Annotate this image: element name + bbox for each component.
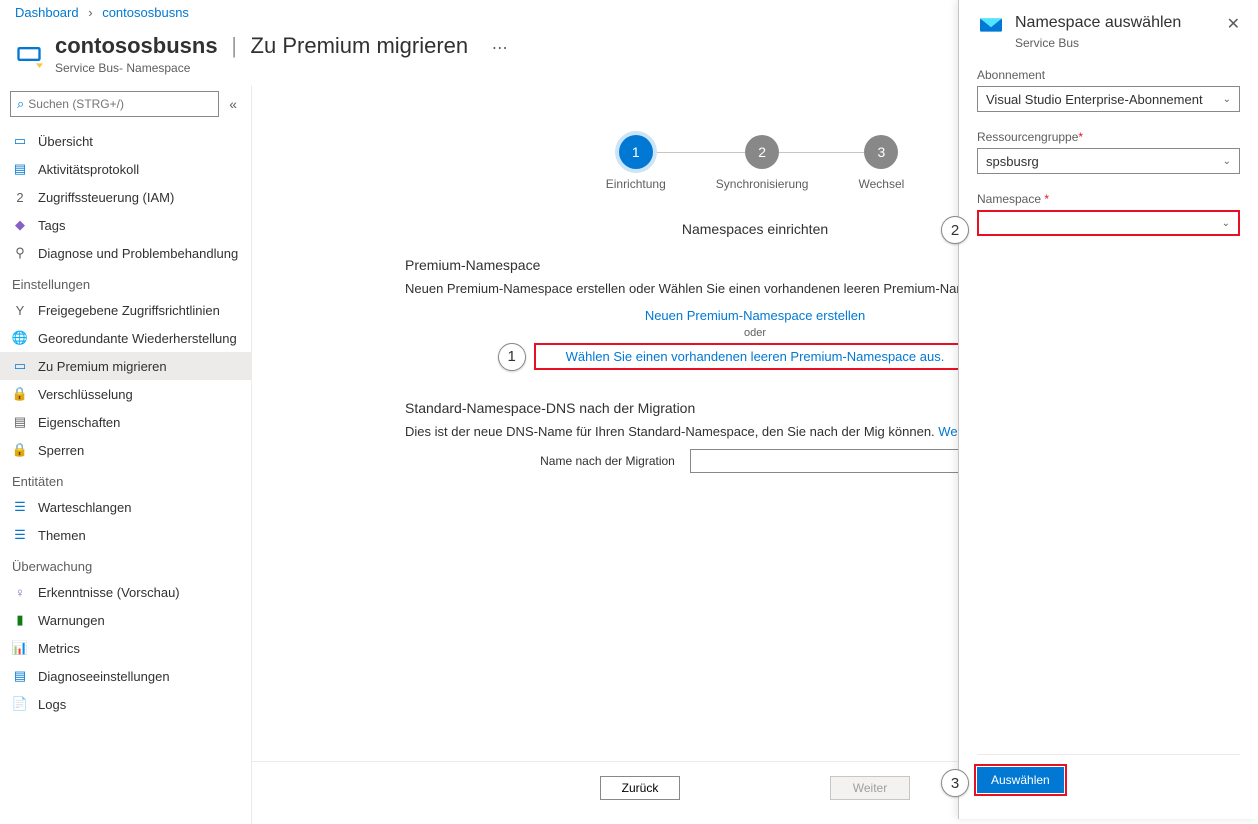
sidebar-item-shared-access[interactable]: YFreigegebene Zugriffsrichtlinien: [0, 296, 251, 324]
sidebar-item-logs[interactable]: 📄Logs: [0, 690, 251, 718]
sidebar-item-locks[interactable]: 🔒Sperren: [0, 436, 251, 464]
select-namespace-panel: Namespace auswählen ✕ Service Bus Abonne…: [958, 0, 1258, 819]
migrate-icon: ▭: [12, 358, 28, 374]
service-bus-icon: [15, 40, 43, 68]
step-setup[interactable]: 1 Einrichtung: [606, 135, 666, 191]
sidebar-item-queues[interactable]: ☰Warteschlangen: [0, 493, 251, 521]
callout-1: 1: [498, 343, 526, 371]
breadcrumb-root[interactable]: Dashboard: [15, 5, 79, 20]
collapse-sidebar-icon[interactable]: «: [225, 92, 241, 116]
resource-name: contososbusns: [55, 33, 218, 58]
sidebar-item-insights[interactable]: ♀Erkenntnisse (Vorschau): [0, 578, 251, 606]
log-icon: ▤: [12, 161, 28, 177]
sidebar-item-encryption[interactable]: 🔒Verschlüsselung: [0, 380, 251, 408]
key-icon: Y: [12, 302, 28, 318]
diagnose-icon: ⚲: [12, 245, 28, 261]
panel-title: Namespace auswählen: [1015, 14, 1217, 32]
step-sync: 2 Synchronisierung: [716, 135, 809, 191]
sidebar-item-metrics[interactable]: 📊Metrics: [0, 634, 251, 662]
globe-icon: 🌐: [12, 330, 28, 346]
overview-icon: ▭: [12, 133, 28, 149]
sidebar-item-diagnostic-settings[interactable]: ▤Diagnoseeinstellungen: [0, 662, 251, 690]
alert-icon: ▮: [12, 612, 28, 628]
sidebar-item-iam[interactable]: 2Zugriffssteuerung (IAM): [0, 183, 251, 211]
service-bus-icon: [977, 14, 1005, 36]
lock-icon: 🔒: [12, 386, 28, 402]
create-premium-link[interactable]: Neuen Premium-Namespace erstellen: [645, 308, 865, 323]
sidebar-item-activity-log[interactable]: ▤Aktivitätsprotokoll: [0, 155, 251, 183]
section-entities: Entitäten: [0, 464, 251, 493]
resource-type: Service Bus- Namespace: [55, 61, 508, 75]
search-icon: ⌕: [17, 96, 24, 112]
section-settings: Einstellungen: [0, 267, 251, 296]
close-icon[interactable]: ✕: [1227, 14, 1240, 34]
subscription-select[interactable]: Visual Studio Enterprise-Abonnement ⌄: [977, 86, 1240, 112]
metrics-icon: 📊: [12, 640, 28, 656]
namespace-select[interactable]: ⌄: [977, 210, 1240, 236]
page-title: Zu Premium migrieren: [251, 33, 469, 58]
callout-3: 3: [941, 769, 969, 797]
insights-icon: ♀: [12, 584, 28, 600]
chevron-right-icon: ›: [88, 5, 92, 20]
sidebar: ⌕ « ▭Übersicht ▤Aktivitätsprotokoll 2Zug…: [0, 85, 252, 824]
step-switch: 3 Wechsel: [858, 135, 904, 191]
back-button[interactable]: Zurück: [600, 776, 680, 800]
dns-input-label: Name nach der Migration: [540, 454, 675, 468]
topic-icon: ☰: [12, 527, 28, 543]
resource-group-label: Ressourcengruppe*: [977, 130, 1240, 144]
section-monitoring: Überwachung: [0, 549, 251, 578]
diag-settings-icon: ▤: [12, 668, 28, 684]
chevron-down-icon: ⌄: [1223, 156, 1231, 167]
sidebar-item-topics[interactable]: ☰Themen: [0, 521, 251, 549]
resource-group-select[interactable]: spsbusrg ⌄: [977, 148, 1240, 174]
breadcrumb-current[interactable]: contososbusns: [102, 5, 189, 20]
panel-subtitle: Service Bus: [1015, 36, 1240, 50]
select-existing-link[interactable]: Wählen Sie einen vorhandenen leeren Prem…: [566, 349, 945, 364]
queue-icon: ☰: [12, 499, 28, 515]
chevron-down-icon: ⌄: [1222, 218, 1230, 229]
tag-icon: ◆: [12, 217, 28, 233]
iam-icon: 2: [12, 189, 28, 205]
dns-name-input[interactable]: [690, 449, 970, 473]
lock-icon: 🔒: [12, 442, 28, 458]
callout-2: 2: [941, 216, 969, 244]
sidebar-item-properties[interactable]: ▤Eigenschaften: [0, 408, 251, 436]
subscription-label: Abonnement: [977, 68, 1240, 82]
sidebar-item-tags[interactable]: ◆Tags: [0, 211, 251, 239]
sidebar-item-overview[interactable]: ▭Übersicht: [0, 127, 251, 155]
namespace-label: Namespace *: [977, 192, 1240, 206]
sidebar-item-migrate-premium[interactable]: ▭Zu Premium migrieren: [0, 352, 251, 380]
sidebar-item-alerts[interactable]: ▮Warnungen: [0, 606, 251, 634]
logs-icon: 📄: [12, 696, 28, 712]
select-button[interactable]: Auswählen: [977, 767, 1064, 793]
search-input[interactable]: ⌕: [10, 91, 219, 117]
sidebar-item-geo-recovery[interactable]: 🌐Georedundante Wiederherstellung: [0, 324, 251, 352]
properties-icon: ▤: [12, 414, 28, 430]
chevron-down-icon: ⌄: [1223, 94, 1231, 105]
more-icon[interactable]: ⋯: [492, 40, 508, 57]
next-button: Weiter: [830, 776, 910, 800]
sidebar-item-diagnose[interactable]: ⚲Diagnose und Problembehandlung: [0, 239, 251, 267]
